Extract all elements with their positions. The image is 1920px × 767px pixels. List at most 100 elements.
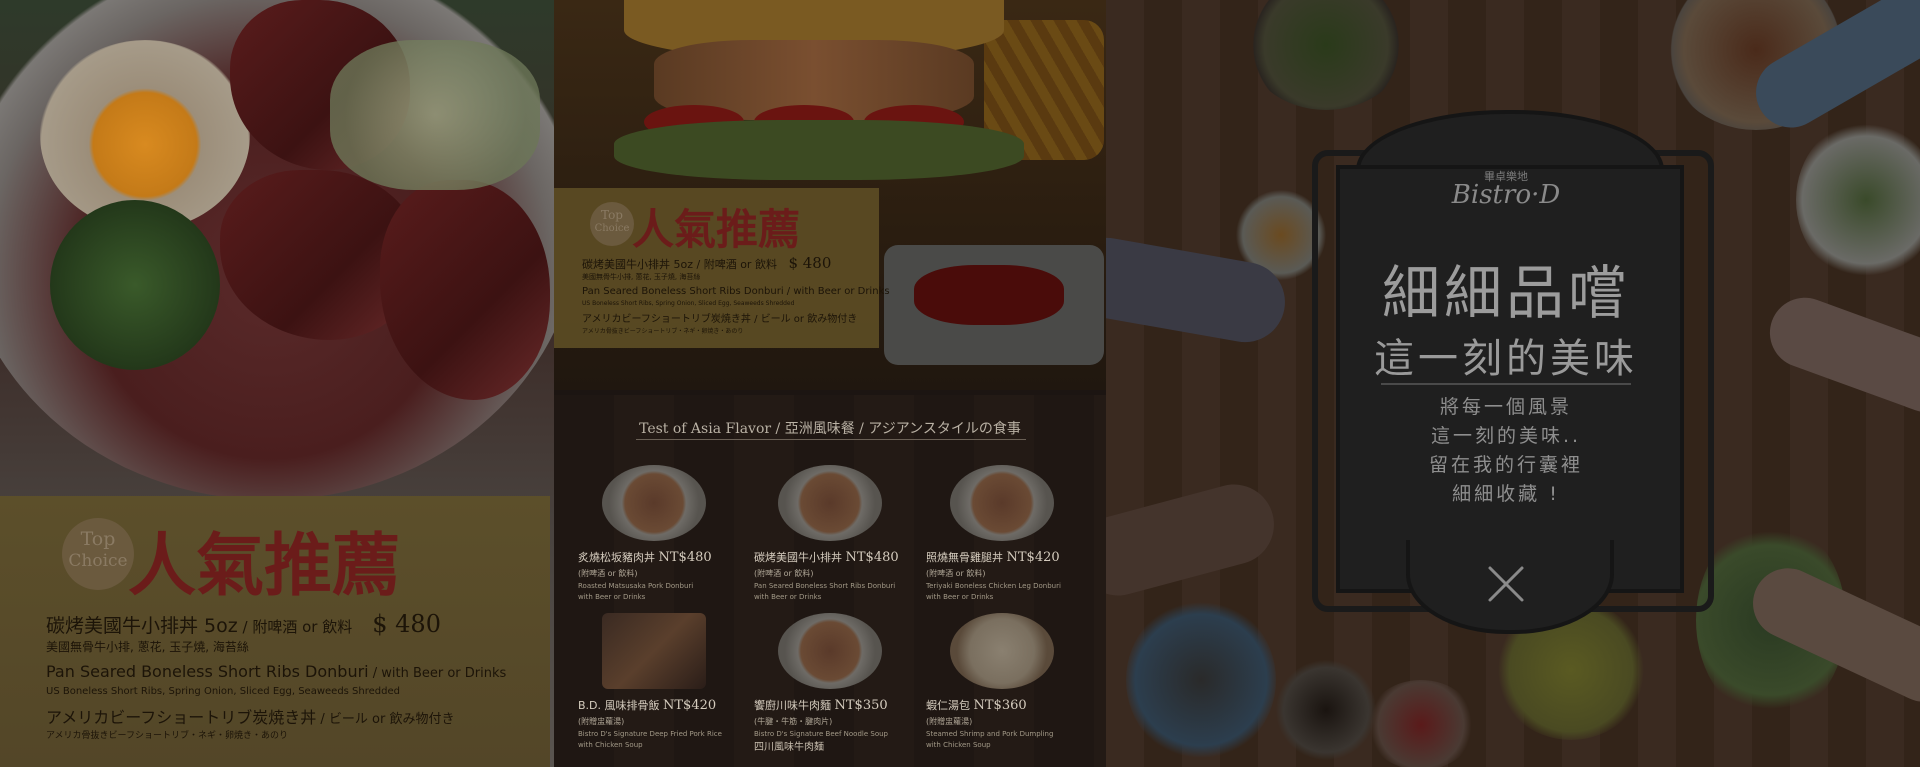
promo-line-2: 美國無骨牛小排, 蔥花, 玉子燒, 海苔絲	[46, 640, 249, 654]
asia-flavor-menu: Test of Asia Flavor / 亞洲風味餐 / アジアンスタイルの食…	[554, 395, 1106, 767]
dish-title: 照燒無骨雞腿丼	[926, 551, 1003, 564]
menu-divider	[636, 439, 1026, 440]
dish-title: 碳烤美國牛小排丼	[754, 551, 842, 564]
dish-english: Steamed Shrimp and Pork Dumpling	[926, 730, 1054, 738]
mid-promo-price: $ 480	[788, 254, 832, 272]
lettuce-layer	[614, 120, 1024, 180]
badge-line2: Choice	[68, 551, 128, 571]
badge-line1: Top	[80, 528, 116, 550]
menu-heading: Test of Asia Flavor / 亞洲風味餐 / アジアンスタイルの食…	[639, 421, 1021, 437]
dish-note: (附啤酒 or 飲料)	[926, 569, 986, 578]
dish-photo	[778, 465, 882, 541]
dish-photo	[602, 465, 706, 541]
cup	[1276, 660, 1376, 760]
left-banner-panel: Top Choice 人氣推薦 碳烤美國牛小排丼 5oz / 附啤酒 or 飲料…	[0, 0, 554, 767]
mid-promo-line-1-text: 碳烤美國牛小排丼 5oz / 附啤酒 or 飲料	[582, 258, 777, 271]
dish-photo	[602, 613, 706, 689]
dish-price: NT$420	[1006, 550, 1060, 565]
ketchup	[914, 265, 1064, 325]
dish-note: (附啤酒 or 飲料)	[578, 569, 638, 578]
arm	[1760, 287, 1920, 423]
sauce-bowl	[1366, 680, 1476, 767]
noodle-plate	[1246, 0, 1406, 110]
dish-price: NT$480	[658, 550, 712, 565]
dish-note: (附贈盅蘿湯)	[578, 717, 625, 726]
mid-top-choice-promo: Top Choice 人氣推薦 碳烤美國牛小排丼 5oz / 附啤酒 or 飲料…	[554, 188, 890, 348]
promo-price: $ 480	[372, 610, 441, 638]
dish-photo	[778, 613, 882, 689]
menu-dish: 炙燒松坂豬肉丼 NT$480 (附啤酒 or 飲料) Roasted Matsu…	[578, 465, 748, 601]
promo-line-1-tail: / 附啤酒 or 飲料	[237, 618, 353, 636]
menu-dish: 蝦仁湯包 NT$360 (附贈盅蘿湯) Steamed Shrimp and P…	[926, 613, 1096, 749]
mid-promo-line-1: 碳烤美國牛小排丼 5oz / 附啤酒 or 飲料 $ 480	[582, 254, 831, 272]
dish-name: 炙燒松坂豬肉丼 NT$480	[578, 549, 748, 565]
poem-line: 細細收藏 !	[1452, 483, 1560, 505]
dish-english: Bistro D's Signature Beef Noodle Soup	[754, 730, 888, 738]
promo-line-1-main: 碳烤美國牛小排丼 5oz	[46, 615, 238, 637]
dish-title: 蝦仁湯包	[926, 699, 970, 712]
dish-name: 饗廚川味牛肉麵 NT$350	[754, 697, 924, 713]
top-choice-badge: Top Choice	[62, 518, 134, 590]
dish-english-note: with Chicken Soup	[926, 741, 991, 749]
dish-english: Roasted Matsusaka Pork Donburi	[578, 582, 694, 590]
dish-price: NT$360	[973, 698, 1027, 713]
promo-line-5-main: アメリカビーフショートリブ炭焼き丼	[46, 708, 317, 727]
dish-note: (附贈盅蘿湯)	[926, 717, 973, 726]
poem-line: 留在我的行囊裡	[1428, 454, 1583, 476]
dish-name: 蝦仁湯包 NT$360	[926, 697, 1096, 713]
dish-title: 炙燒松坂豬肉丼	[578, 551, 655, 564]
sauce-dish	[884, 245, 1104, 365]
mid-promo-line-3: Pan Seared Boneless Short Ribs Donburi /…	[582, 286, 890, 297]
dish-english: Pan Seared Boneless Short Ribs Donburi	[754, 582, 896, 590]
poem-line: 這一刻的美味..	[1430, 425, 1582, 447]
mid-promo-line-6: アメリカ骨抜きビーフショートリブ・ネギ・卵焼き・あのり	[582, 328, 744, 335]
promo-line-1: 碳烤美國牛小排丼 5oz / 附啤酒 or 飲料 $ 480	[46, 610, 441, 638]
promo-line-3-tail: / with Beer or Drinks	[368, 666, 507, 681]
mid-top-choice-badge: Top Choice	[590, 202, 634, 246]
promo-line-5: アメリカビーフショートリブ炭焼き丼 / ビール or 飲み物付き	[46, 704, 454, 728]
dish-name: B.D. 風味排骨飯 NT$420	[578, 697, 748, 713]
menu-dish: B.D. 風味排骨飯 NT$420 (附贈盅蘿湯) Bistro D's Sig…	[578, 613, 748, 749]
menu-dish: 饗廚川味牛肉麵 NT$350 (牛腱・牛筋・腱肉片) Bistro D's Si…	[754, 613, 924, 753]
dish-title: B.D. 風味排骨飯	[578, 699, 660, 712]
dish-photo	[950, 465, 1054, 541]
promo-line-3: Pan Seared Boneless Short Ribs Donburi /…	[46, 662, 506, 681]
promo-title: 人氣推薦	[128, 526, 401, 606]
mid-promo-line-5: アメリカビーフショートリブ炭焼き丼 / ビール or 飲み物付き	[582, 314, 858, 325]
poem-line: 將每一個風景	[1439, 396, 1572, 418]
right-hero-panel: 畢卓樂地 Bistro·D 細細品嚐 這一刻的美味 將每一個風景 這一刻的美味.…	[1106, 0, 1920, 767]
headline-primary: 細細品嚐	[1381, 259, 1630, 327]
pasta-plate	[1796, 120, 1920, 280]
divider-line	[1381, 383, 1631, 385]
dish-english-note: with Beer or Drinks	[754, 593, 822, 601]
promo-line-5-tail: / ビール or 飲み物付き	[316, 712, 455, 727]
blue-plate	[1126, 600, 1276, 760]
promo-line-3-main: Pan Seared Boneless Short Ribs Donburi	[46, 662, 369, 681]
dish-english: Teriyaki Boneless Chicken Leg Donburi	[926, 582, 1061, 590]
arm	[1106, 475, 1283, 605]
spring-onion-topping	[330, 40, 540, 190]
promo-line-4: US Boneless Short Ribs, Spring Onion, Sl…	[46, 686, 400, 697]
menu-dish: 碳烤美國牛小排丼 NT$480 (附啤酒 or 飲料) Pan Seared B…	[754, 465, 924, 601]
dish-price: NT$420	[663, 698, 717, 713]
dish-english-note: with Chicken Soup	[578, 741, 643, 749]
dish-name: 碳烤美國牛小排丼 NT$480	[754, 549, 924, 565]
dish-name: 照燒無骨雞腿丼 NT$420	[926, 549, 1096, 565]
menu-dish: 照燒無骨雞腿丼 NT$420 (附啤酒 or 飲料) Teriyaki Bone…	[926, 465, 1096, 601]
dish-english: Bistro D's Signature Deep Fried Pork Ric…	[578, 730, 722, 738]
dish-price: NT$350	[834, 698, 888, 713]
fork-knife-icon	[1488, 566, 1524, 602]
dish-english-note: with Beer or Drinks	[578, 593, 646, 601]
dish-japanese: 四川風味牛肉麺	[754, 742, 824, 753]
mid-promo-line-4: US Boneless Short Ribs, Spring Onion, Sl…	[582, 300, 795, 307]
mid-badge-line1: Top	[601, 208, 623, 222]
dish-title: 饗廚川味牛肉麵	[754, 699, 831, 712]
mid-promo-line-2: 美國無骨牛小排, 蔥花, 玉子燒, 海苔絲	[582, 273, 701, 281]
dish-price: NT$480	[845, 550, 899, 565]
mid-badge-line2: Choice	[594, 223, 630, 234]
middle-menu-panel: Top Choice 人氣推薦 碳烤美國牛小排丼 5oz / 附啤酒 or 飲料…	[554, 0, 1106, 767]
top-choice-promo: Top Choice 人氣推薦 碳烤美國牛小排丼 5oz / 附啤酒 or 飲料…	[0, 496, 550, 767]
dish-photo	[950, 613, 1054, 689]
vegetable-roll	[50, 200, 220, 370]
mid-promo-title: 人氣推薦	[632, 205, 801, 254]
